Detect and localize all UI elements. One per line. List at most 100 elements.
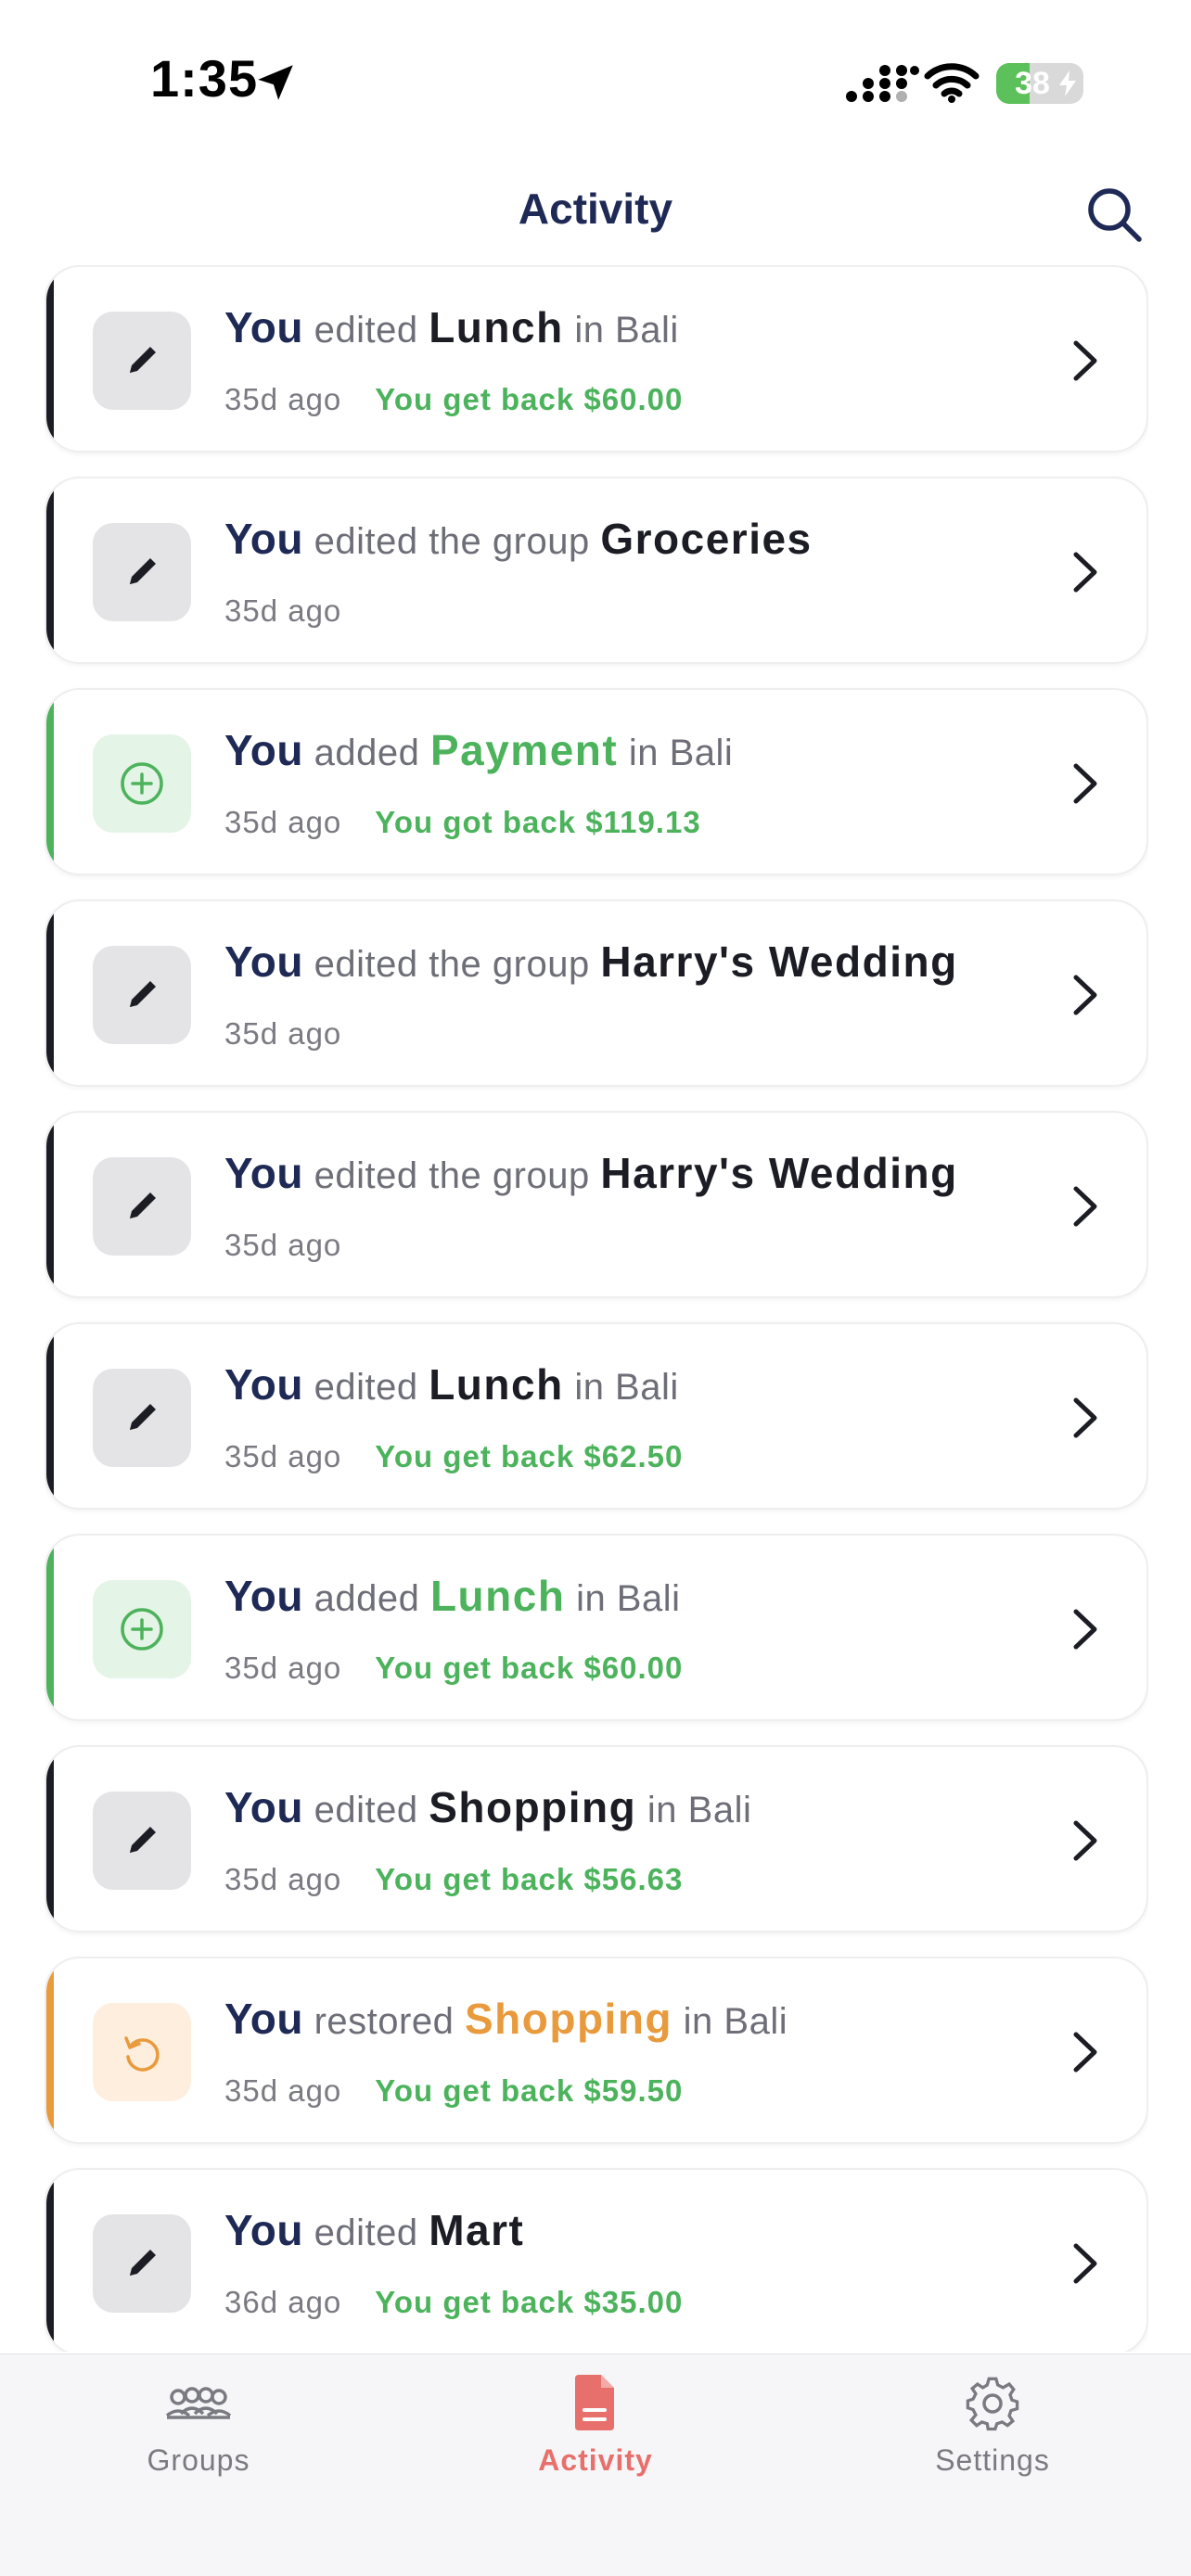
tab-settings[interactable]: Settings bbox=[872, 2373, 1113, 2493]
activity-context: in Bali bbox=[683, 2001, 788, 2042]
activity-meta: 35d ago You get back $56.63 bbox=[224, 1862, 683, 1897]
activity-context: in Bali bbox=[574, 1367, 679, 1408]
activity-meta: 35d ago You get back $60.00 bbox=[224, 1651, 683, 1686]
activity-list[interactable]: You edited Lunch in Bali 35d ago You get b… bbox=[45, 265, 1148, 2352]
activity-subject: Payment bbox=[429, 726, 619, 774]
groups-icon bbox=[165, 2387, 232, 2419]
activity-card[interactable]: You restored Shopping in Bali 35d ago You … bbox=[45, 1957, 1148, 2144]
pencil-icon bbox=[93, 1369, 191, 1467]
location-arrow-icon bbox=[258, 65, 293, 100]
card-accent-bar bbox=[46, 690, 54, 874]
chevron-right-icon[interactable] bbox=[1056, 1812, 1113, 1869]
chevron-right-icon[interactable] bbox=[1056, 966, 1113, 1024]
activity-description: You edited the group Harry's Wedding bbox=[224, 1148, 958, 1198]
activity-actor: You bbox=[224, 1572, 303, 1620]
activity-card[interactable]: You added Payment in Bali 35d ago You got … bbox=[45, 688, 1148, 875]
document-icon bbox=[575, 2375, 614, 2430]
activity-verb: restored bbox=[314, 2001, 455, 2042]
activity-card[interactable]: You edited the group Harry's Wedding 35d… bbox=[45, 1111, 1148, 1298]
activity-meta: 35d ago You get back $60.00 bbox=[224, 382, 683, 417]
activity-context: in Bali bbox=[628, 733, 734, 773]
activity-card[interactable]: You edited Lunch in Bali 35d ago You get b… bbox=[45, 1322, 1148, 1510]
activity-amount: You get back $59.50 bbox=[375, 2073, 684, 2108]
activity-subject: Lunch bbox=[429, 303, 564, 351]
status-time: 1:35 bbox=[150, 49, 259, 108]
activity-verb: edited the group bbox=[314, 944, 590, 985]
activity-amount: You get back $62.50 bbox=[375, 1439, 684, 1473]
chevron-right-icon[interactable] bbox=[1056, 2023, 1113, 2081]
activity-subject: Lunch bbox=[429, 1360, 564, 1409]
activity-description: You restored Shopping in Bali bbox=[224, 1994, 788, 2044]
activity-card[interactable]: You added Lunch in Bali 35d ago You get ba… bbox=[45, 1534, 1148, 1721]
activity-card[interactable]: You edited the group Groceries 35d ago bbox=[45, 477, 1148, 664]
pencil-icon bbox=[93, 312, 191, 410]
tab-label-settings: Settings bbox=[935, 2443, 1050, 2477]
chevron-right-icon[interactable] bbox=[1056, 2235, 1113, 2292]
activity-description: You added Payment in Bali bbox=[224, 725, 733, 775]
activity-actor: You bbox=[224, 937, 303, 986]
activity-verb: edited the group bbox=[314, 1155, 590, 1196]
activity-subject: Harry's Wedding bbox=[600, 937, 958, 986]
nav-header: Activity bbox=[0, 167, 1191, 260]
activity-card[interactable]: You edited Lunch in Bali 35d ago You get b… bbox=[45, 265, 1148, 453]
activity-time-ago: 35d ago bbox=[224, 1228, 342, 1262]
activity-amount: You get back $60.00 bbox=[375, 382, 684, 416]
chevron-right-icon[interactable] bbox=[1056, 332, 1113, 389]
card-accent-bar bbox=[46, 478, 54, 662]
activity-verb: edited bbox=[314, 1367, 418, 1408]
status-bar: 1:35 38 bbox=[0, 0, 1191, 158]
card-accent-bar bbox=[46, 267, 54, 451]
tab-activity[interactable]: Activity bbox=[475, 2373, 716, 2493]
activity-card[interactable]: You edited Shopping in Bali 35d ago You ge… bbox=[45, 1745, 1148, 1932]
activity-meta: 35d ago You got back $119.13 bbox=[224, 805, 701, 840]
plus-circle-icon bbox=[93, 1580, 191, 1678]
tab-label-groups: Groups bbox=[147, 2443, 250, 2477]
search-icon[interactable] bbox=[1083, 184, 1145, 245]
activity-amount: You get back $60.00 bbox=[375, 1651, 684, 1685]
card-accent-bar bbox=[46, 1324, 54, 1508]
activity-card[interactable]: You edited Mart 36d ago You get back $35.… bbox=[45, 2168, 1148, 2352]
activity-actor: You bbox=[224, 515, 303, 563]
activity-time-ago: 35d ago bbox=[224, 1439, 342, 1473]
card-accent-bar bbox=[46, 1747, 54, 1931]
activity-actor: You bbox=[224, 1783, 303, 1831]
activity-time-ago: 35d ago bbox=[224, 382, 342, 416]
pencil-icon bbox=[93, 946, 191, 1044]
activity-meta: 35d ago bbox=[224, 593, 341, 629]
activity-card[interactable]: You edited the group Harry's Wedding 35d… bbox=[45, 899, 1148, 1087]
activity-time-ago: 35d ago bbox=[224, 1016, 342, 1051]
tab-groups[interactable]: Groups bbox=[78, 2373, 319, 2493]
activity-time-ago: 35d ago bbox=[224, 1862, 342, 1896]
charging-bolt-icon bbox=[1059, 70, 1076, 96]
activity-context: in Bali bbox=[576, 1578, 681, 1619]
battery-indicator: 38 bbox=[996, 63, 1083, 104]
cellular-signal-icon bbox=[846, 65, 919, 102]
pencil-icon bbox=[93, 2214, 191, 2313]
activity-subject: Lunch bbox=[429, 1572, 566, 1620]
app-screen: 1:35 38 Activity You edited Lunch in Bal… bbox=[0, 0, 1191, 2576]
activity-time-ago: 35d ago bbox=[224, 1651, 342, 1685]
restore-icon bbox=[93, 2003, 191, 2101]
tab-label-activity: Activity bbox=[538, 2443, 653, 2477]
activity-context: in Bali bbox=[647, 1790, 752, 1830]
activity-description: You edited the group Groceries bbox=[224, 514, 813, 564]
activity-time-ago: 35d ago bbox=[224, 593, 342, 628]
activity-description: You added Lunch in Bali bbox=[224, 1571, 681, 1621]
activity-description: You edited Shopping in Bali bbox=[224, 1782, 751, 1832]
activity-description: You edited Mart bbox=[224, 2205, 524, 2255]
chevron-right-icon[interactable] bbox=[1056, 1600, 1113, 1658]
activity-amount: You get back $56.63 bbox=[375, 1862, 684, 1896]
card-accent-bar bbox=[46, 901, 54, 1085]
activity-verb: added bbox=[314, 1578, 420, 1619]
activity-verb: edited the group bbox=[314, 521, 590, 562]
pencil-icon bbox=[93, 523, 191, 621]
chevron-right-icon[interactable] bbox=[1056, 1389, 1113, 1447]
activity-context: in Bali bbox=[574, 310, 679, 351]
chevron-right-icon[interactable] bbox=[1056, 1178, 1113, 1235]
page-title: Activity bbox=[518, 185, 673, 233]
activity-meta: 35d ago bbox=[224, 1016, 341, 1052]
activity-subject: Groceries bbox=[600, 515, 813, 563]
chevron-right-icon[interactable] bbox=[1056, 543, 1113, 601]
chevron-right-icon[interactable] bbox=[1056, 755, 1113, 812]
activity-amount: You got back $119.13 bbox=[375, 805, 701, 839]
